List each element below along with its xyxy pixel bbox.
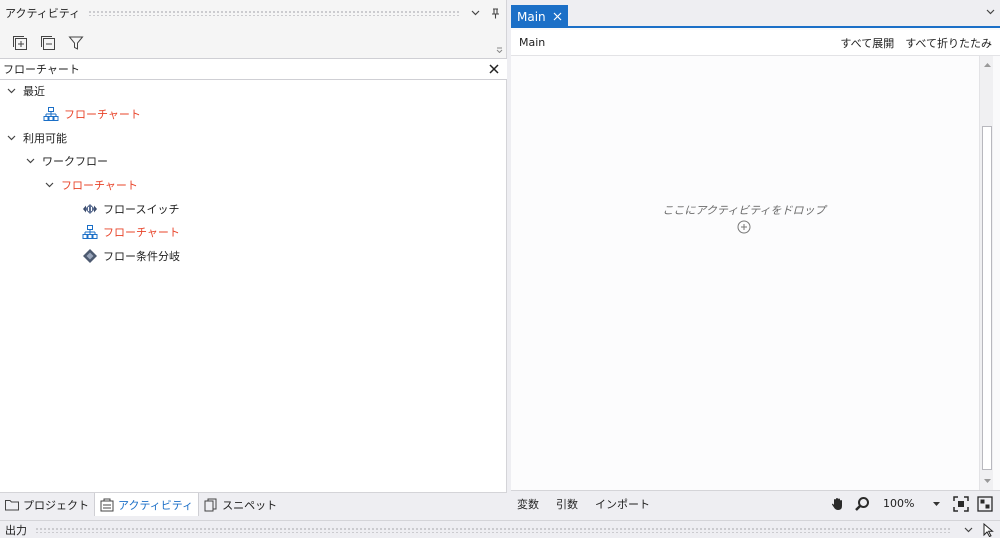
tree-label: フローチャート xyxy=(61,179,138,192)
tree-label: フローチャート xyxy=(64,108,141,121)
tree-label: フローチャート xyxy=(103,226,180,239)
document-tabbar: Main xyxy=(511,0,1000,28)
expand-all-link[interactable]: すべて展開 xyxy=(840,35,894,51)
activities-panel: アクティビティ 最近 xyxy=(0,0,507,516)
search-input[interactable] xyxy=(3,59,483,79)
output-panel-bar: 出力 xyxy=(0,520,1000,538)
drag-grip[interactable] xyxy=(35,526,952,533)
flow-decision-icon xyxy=(82,248,98,264)
tab-activities[interactable]: アクティビティ xyxy=(94,493,200,516)
designer-header: Main すべて展開 すべて折りたたみ xyxy=(511,30,1000,56)
close-icon[interactable] xyxy=(483,64,505,74)
drop-hint: ここにアクティビティをドロップ xyxy=(662,204,826,217)
tree-item-flow-switch[interactable]: フロースイッチ xyxy=(82,198,179,220)
tree-label: フロースイッチ xyxy=(103,203,180,216)
cursor-icon[interactable] xyxy=(980,522,996,538)
zoom-dropdown-icon[interactable] xyxy=(933,501,940,506)
tab-snippets[interactable]: スニペット xyxy=(199,493,282,516)
zoom-search-icon[interactable] xyxy=(853,495,871,513)
zoom-level[interactable]: 100% xyxy=(883,497,933,510)
chevron-down-icon[interactable] xyxy=(986,9,995,15)
tree-item-flowchart[interactable]: フローチャート xyxy=(82,221,180,243)
tab-label: スニペット xyxy=(222,498,278,512)
designer-canvas[interactable]: ここにアクティビティをドロップ xyxy=(511,56,979,490)
tab-project[interactable]: プロジェクト xyxy=(0,493,94,516)
overview-icon[interactable] xyxy=(976,495,994,513)
tab-variables[interactable]: 変数 xyxy=(517,496,539,512)
close-icon[interactable] xyxy=(553,12,562,21)
expand-all-icon[interactable] xyxy=(9,32,31,54)
filter-icon[interactable] xyxy=(65,32,87,54)
output-title[interactable]: 出力 xyxy=(5,522,27,538)
tree-label: 最近 xyxy=(23,85,45,98)
chevron-down-icon[interactable] xyxy=(24,155,36,167)
designer-footer: 変数 引数 インポート 100% xyxy=(511,490,1000,516)
chevron-down-icon[interactable] xyxy=(43,179,55,191)
tab-imports[interactable]: インポート xyxy=(595,496,650,512)
collapse-all-link[interactable]: すべて折りたたみ xyxy=(905,35,992,51)
tree-item-flow-decision[interactable]: フロー条件分岐 xyxy=(82,245,180,267)
scrollbar-thumb[interactable] xyxy=(982,126,992,470)
flowchart-icon xyxy=(82,224,98,240)
tree-item-recent-flowchart[interactable]: フローチャート xyxy=(43,103,141,125)
add-activity-icon[interactable] xyxy=(737,220,751,234)
designer-panel: Main Main すべて展開 すべて折りたたみ ここにアクティビティをドロップ… xyxy=(511,0,1000,516)
snippets-icon xyxy=(204,498,218,512)
scroll-up-icon[interactable] xyxy=(980,58,994,72)
flow-switch-icon xyxy=(82,201,98,217)
scroll-down-icon[interactable] xyxy=(980,474,994,488)
flowchart-icon xyxy=(43,106,59,122)
chevron-down-icon[interactable] xyxy=(467,5,483,21)
activities-icon xyxy=(100,498,114,512)
panel-title: アクティビティ xyxy=(5,7,81,20)
tab-main[interactable]: Main xyxy=(511,5,568,28)
tab-arguments[interactable]: 引数 xyxy=(556,496,578,512)
pin-icon[interactable] xyxy=(487,5,503,21)
chevron-down-icon[interactable] xyxy=(960,522,976,538)
fit-to-screen-icon[interactable] xyxy=(952,495,970,513)
tree-group-available[interactable]: 利用可能 xyxy=(5,127,67,149)
activities-search xyxy=(0,58,507,80)
folder-icon xyxy=(5,499,19,511)
tree-group-recent[interactable]: 最近 xyxy=(5,80,45,102)
drag-grip[interactable] xyxy=(88,10,459,16)
chevron-down-icon[interactable] xyxy=(5,132,17,144)
overflow-icon[interactable] xyxy=(496,46,503,55)
activities-titlebar: アクティビティ xyxy=(0,0,507,26)
hand-pan-icon[interactable] xyxy=(829,495,847,513)
tree-group-workflow[interactable]: ワークフロー xyxy=(24,150,108,172)
tab-label: アクティビティ xyxy=(118,498,194,512)
vertical-scrollbar[interactable] xyxy=(979,56,993,490)
tree-label: フロー条件分岐 xyxy=(103,250,180,263)
tree-group-flowchart[interactable]: フローチャート xyxy=(43,174,138,196)
tree-label: 利用可能 xyxy=(23,132,67,145)
tab-label: Main xyxy=(517,9,546,24)
tab-label: プロジェクト xyxy=(23,498,89,512)
tree-label: ワークフロー xyxy=(42,155,108,168)
chevron-down-icon[interactable] xyxy=(5,85,17,97)
panel-bottom-tabs: プロジェクト アクティビティ スニペット xyxy=(0,492,507,516)
activities-toolbar xyxy=(0,28,507,58)
breadcrumb[interactable]: Main xyxy=(519,36,545,49)
collapse-all-icon[interactable] xyxy=(37,32,59,54)
activities-tree: 最近 フローチャート 利用可能 ワークフロー フローチャート フロースイッチ フ… xyxy=(0,80,506,492)
